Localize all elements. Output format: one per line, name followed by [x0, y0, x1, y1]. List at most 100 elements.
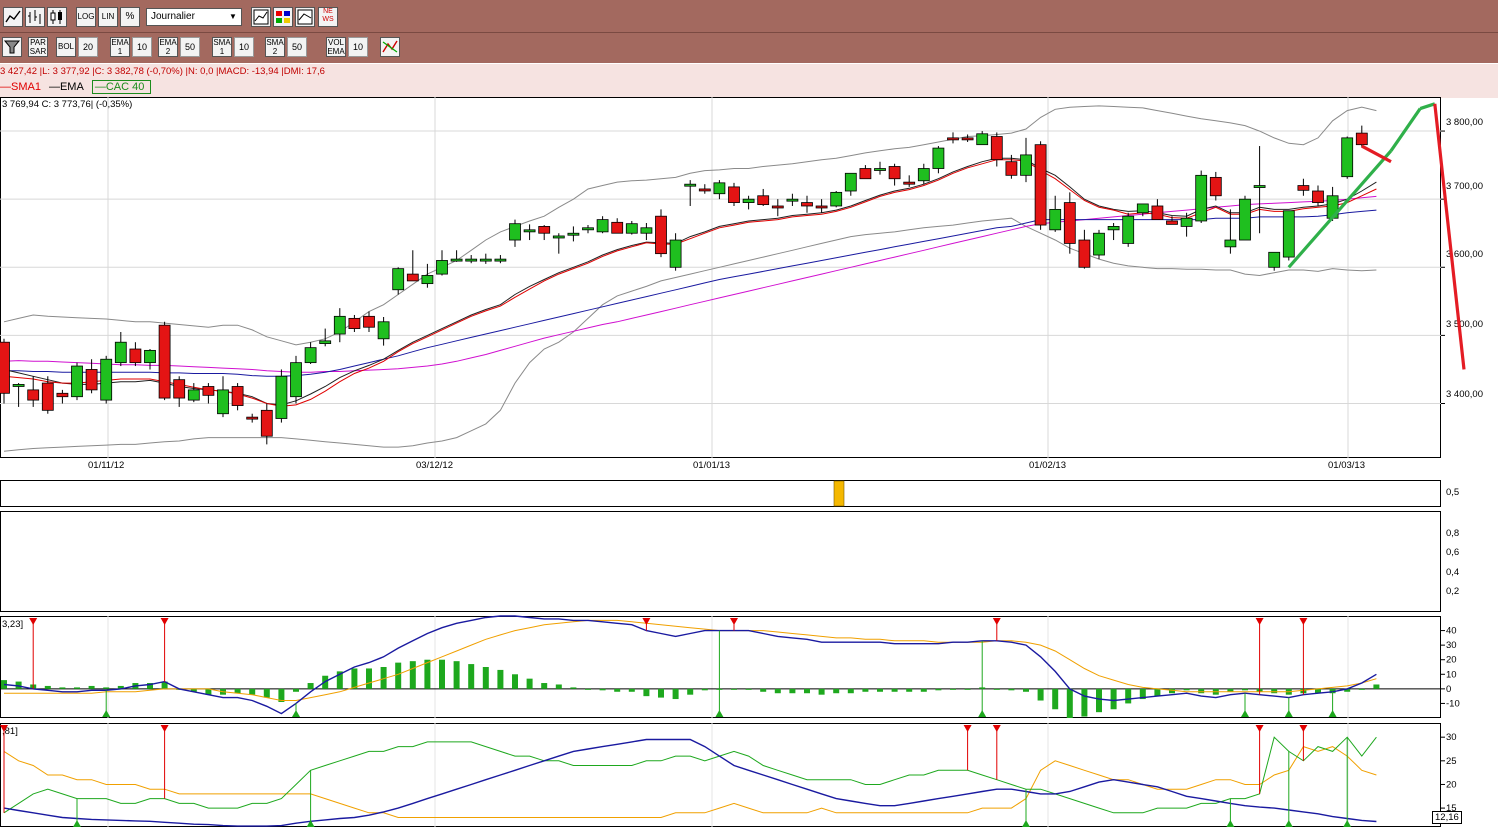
macd-histogram-bar — [395, 662, 402, 689]
macd-histogram-bar — [804, 688, 810, 694]
candle-body — [947, 137, 959, 141]
trendline — [1419, 102, 1436, 111]
candle-body — [552, 235, 565, 239]
macd-histogram-bar — [1110, 688, 1117, 710]
indicator1-bar — [833, 480, 845, 507]
macd-histogram-bar — [745, 688, 752, 690]
macd-histogram-bar — [993, 688, 1000, 690]
candle-body — [465, 258, 478, 262]
candle-body — [771, 205, 784, 209]
candle-body — [71, 365, 83, 398]
candle-body — [1312, 190, 1324, 203]
macd-histogram-bar — [877, 688, 883, 692]
macd-histogram-bar — [293, 688, 299, 692]
macd-histogram-bar — [307, 683, 314, 689]
sell-signal-marker — [29, 618, 38, 625]
macd-histogram-bar — [74, 687, 80, 689]
macd-histogram-bar — [1358, 688, 1365, 690]
candle-body — [450, 258, 463, 262]
macd-histogram-bar — [366, 668, 372, 689]
macd-histogram-bar — [585, 688, 591, 690]
candle-body — [333, 315, 346, 335]
macd-tick-label: 10 — [1446, 669, 1457, 680]
candle-body — [1268, 251, 1281, 268]
macd-histogram-bar — [847, 688, 854, 694]
macd-histogram-bar — [1037, 688, 1044, 701]
candle-body — [1093, 232, 1105, 256]
buy-signal-marker — [73, 820, 81, 827]
candle-body — [100, 358, 113, 401]
bollinger-upper-line — [3, 105, 1377, 346]
sell-signal-marker — [160, 725, 169, 732]
candle-body — [844, 172, 857, 192]
sell-signal-marker — [992, 618, 1001, 625]
candle-body — [976, 133, 989, 146]
macd-histogram-bar — [1023, 688, 1029, 692]
macd-histogram-bar — [964, 688, 971, 690]
macd-tick-label: 30 — [1446, 640, 1457, 651]
candle-body — [392, 268, 405, 291]
candle-body — [290, 362, 302, 398]
candle-body — [538, 226, 551, 234]
macd-histogram-bar — [439, 659, 445, 689]
macd-histogram-bar — [891, 688, 898, 692]
candle-body — [1034, 144, 1047, 226]
candle-body — [830, 191, 843, 207]
candle-body — [436, 260, 448, 275]
buy-signal-marker — [1343, 820, 1352, 827]
macd-histogram-bar — [731, 688, 737, 690]
dmi-tick-label: 30 — [1446, 732, 1457, 743]
candle-body — [1239, 198, 1251, 241]
sell-signal-marker — [730, 618, 738, 625]
candle-body — [129, 348, 142, 364]
buy-signal-marker — [1022, 820, 1030, 827]
buy-signal-marker — [715, 710, 724, 717]
dmi-tick-label: 15 — [1446, 803, 1457, 814]
macd-histogram-bar — [263, 688, 270, 698]
candle-body — [917, 168, 930, 182]
candle-body — [114, 341, 127, 364]
macd-histogram-bar — [614, 688, 621, 692]
candle-body — [202, 386, 215, 396]
macd-histogram-bar — [1154, 688, 1161, 697]
macd-tick-label: -10 — [1446, 698, 1460, 709]
candle-body — [144, 349, 156, 364]
candle-body — [640, 227, 653, 234]
candle-body — [377, 321, 390, 340]
candle-body — [12, 384, 25, 387]
candle-body — [1282, 210, 1295, 258]
macd-histogram-bar — [1008, 688, 1015, 691]
candle-body — [728, 186, 740, 203]
macd-tick-label: 0 — [1446, 684, 1451, 695]
buy-signal-marker — [1284, 820, 1293, 827]
candle-body — [0, 341, 10, 394]
candle-body — [1224, 239, 1237, 248]
macd-histogram-bar — [935, 688, 942, 691]
candle-body — [713, 182, 726, 195]
candle-body — [56, 392, 69, 398]
candle-body — [742, 198, 755, 203]
macd-histogram-bar — [833, 688, 840, 694]
candle-body — [815, 205, 828, 209]
candle-body — [231, 386, 244, 406]
macd-tick-label: 40 — [1446, 626, 1457, 637]
candle-body — [611, 221, 624, 234]
candle-body — [1209, 176, 1222, 197]
macd-histogram-bar — [570, 687, 577, 689]
candle-body — [319, 340, 332, 344]
candle-body — [1063, 202, 1076, 244]
sell-signal-marker — [1299, 725, 1308, 732]
candle-body — [1020, 154, 1032, 176]
candle-body — [1049, 208, 1062, 231]
candle-body — [509, 223, 521, 241]
candle-body — [932, 147, 945, 169]
dmi-plus-line — [3, 736, 1377, 814]
sell-signal-marker — [1255, 618, 1264, 625]
buy-signal-marker — [978, 710, 987, 717]
macd-histogram-bar — [88, 685, 95, 689]
candle-body — [363, 315, 375, 328]
chart-canvas: 40 30 20 10 0 -10 30 25 20 15 — [0, 97, 1466, 827]
candle-body — [479, 258, 492, 262]
macd-histogram-bar — [774, 688, 781, 694]
macd-histogram-bar — [351, 668, 358, 689]
